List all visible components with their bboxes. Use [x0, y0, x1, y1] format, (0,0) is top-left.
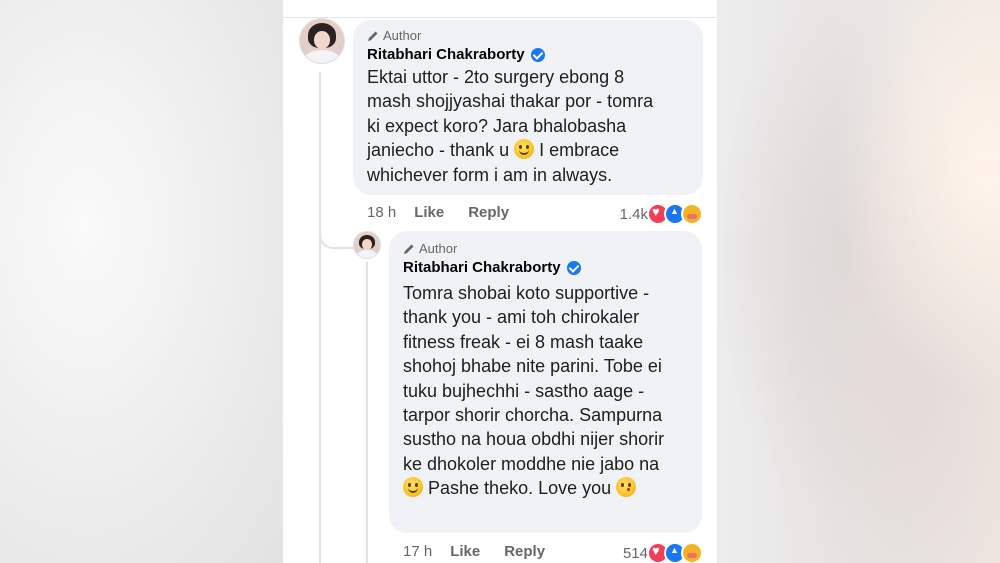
replier-name[interactable]: Ritabhari Chakraborty: [403, 259, 561, 276]
background-right-photo: [717, 0, 1000, 563]
reply-connector: [319, 225, 355, 249]
reply-button[interactable]: Reply: [468, 204, 509, 221]
reaction-count: 1.4k: [619, 205, 648, 223]
comment-thread: Author Ritabhari Chakraborty Ektai uttor…: [283, 0, 717, 563]
verified-badge-icon: [530, 47, 545, 62]
comment-line: Ektai uttor - 2to surgery ebong 8: [367, 67, 625, 87]
reaction-count: 514: [622, 544, 648, 562]
reply-line: ke dhokoler moddhe nie jabo na: [403, 453, 660, 474]
reply-avatar[interactable]: [353, 231, 381, 259]
comment-bubble: Author Ritabhari Chakraborty Ektai uttor…: [353, 20, 703, 195]
reaction-summary[interactable]: 514: [623, 542, 703, 563]
reply-line: Pashe theko. Love you: [403, 476, 693, 500]
reply-line: shohoj bhabe nite parini. Tobe ei: [403, 356, 662, 377]
smile-emoji-icon: [514, 139, 535, 160]
commenter-name-row: Ritabhari Chakraborty: [367, 46, 545, 63]
like-button[interactable]: Like: [414, 204, 444, 221]
reply-line: thank you - ami toh chirokaler: [403, 307, 640, 328]
background-left: [0, 0, 283, 563]
reply-line: tuku bujhechhi - sastho aage -: [403, 380, 645, 401]
author-badge-label: Author: [383, 28, 422, 43]
care-icon: [681, 542, 703, 563]
reaction-summary[interactable]: 1.4k: [620, 203, 703, 225]
comment-line: janiecho - thank u I embrace: [367, 139, 620, 161]
reply-button[interactable]: Reply: [504, 543, 545, 560]
commenter-name[interactable]: Ritabhari Chakraborty: [367, 46, 525, 63]
avatar[interactable]: [299, 18, 345, 64]
reply-actions: 17 h Like Reply: [403, 543, 545, 560]
like-button[interactable]: Like: [450, 543, 480, 560]
pencil-icon: [368, 31, 378, 41]
verified-badge-icon: [566, 260, 581, 275]
replier-name-row: Ritabhari Chakraborty: [403, 259, 581, 276]
comment-line: ki expect koro? Jara bhalobasha: [367, 115, 627, 136]
comment-line: mash shojjyashai thakar por - tomra: [367, 91, 654, 112]
comment-text: Ektai uttor - 2to surgery ebong 8 mash s…: [367, 65, 697, 187]
reply-thread-line: [366, 262, 368, 563]
reply-line: sustho na houa obdhi nijer shorir: [403, 429, 665, 450]
smile-emoji-icon: [403, 477, 423, 498]
reply-line: tarpor shorir chorcha. Sampurna: [403, 405, 663, 426]
comment-timestamp[interactable]: 18 h: [367, 204, 396, 221]
reply-text: Tomra shobai koto supportive - thank you…: [403, 281, 693, 501]
author-badge: Author: [403, 241, 457, 256]
author-badge: Author: [367, 28, 421, 43]
care-icon: [681, 203, 703, 225]
pencil-icon: [404, 244, 414, 254]
divider: [283, 17, 717, 18]
comment-line: whichever form i am in always.: [367, 164, 613, 185]
reply-line: fitness freak - ei 8 mash taake: [403, 331, 644, 352]
kiss-emoji-icon: [616, 477, 637, 498]
comment-actions: 18 h Like Reply: [367, 204, 509, 221]
reply-timestamp[interactable]: 17 h: [403, 543, 432, 560]
author-badge-label: Author: [419, 241, 458, 256]
thread-line: [319, 72, 321, 563]
reply-line: Tomra shobai koto supportive -: [403, 283, 650, 303]
reply-bubble: Author Ritabhari Chakraborty Tomra shoba…: [389, 231, 702, 533]
